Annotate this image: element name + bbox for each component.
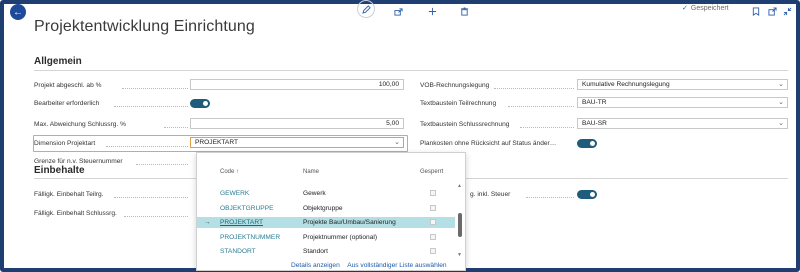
einbehalt-teilrg-label: Fälligk. Einbehalt Teilrg. [34,191,104,198]
lookup-row-name: Gewerk [303,190,326,197]
plus-icon [428,7,436,15]
lookup-row[interactable]: STANDORT Standort [197,246,455,257]
inkl-steuer-label: g. inkl. Steuer [470,191,511,198]
scroll-down-icon[interactable]: ▼ [457,252,462,258]
lookup-row[interactable]: GEWERK Gewerk [197,188,455,199]
column-gesperrt[interactable]: Gesperrt [420,169,443,175]
max-abweichung-input[interactable]: 5,00 [190,118,404,129]
section-divider [34,178,196,179]
dimension-projektart-value: PROJEKTART [195,139,238,146]
new-button[interactable] [424,4,440,18]
lookup-footer: Details anzeigen Aus vollständiger Liste… [291,262,453,269]
scroll-up-icon[interactable]: ▲ [457,183,462,189]
chevron-down-icon: ⌄ [778,120,784,127]
leader-dots [114,106,188,107]
leader-dots [508,106,574,107]
dimension-projektart-select[interactable]: PROJEKTART ⌄ [190,137,404,148]
bookmark-icon [752,6,760,16]
lookup-header: Code ↑ Name Gesperrt [197,169,465,181]
leader-dots [494,88,574,89]
max-abweichung-label: Max. Abweichung Schlussrg. % [34,121,126,128]
chevron-down-icon: ⌄ [778,81,784,88]
lookup-scrollbar[interactable]: ▲ ▼ [457,183,463,258]
share-button[interactable] [390,4,406,18]
open-new-window-icon [767,6,777,16]
lookup-row-name: Projekte Bau/Umbau/Sanierung [303,219,396,226]
gesperrt-checkbox[interactable] [430,205,436,211]
lookup-row-name: Standort [303,248,328,255]
section-divider [34,70,788,71]
section-allgemein-title[interactable]: Allgemein [34,56,82,67]
gesperrt-checkbox[interactable] [430,219,436,225]
save-status-label: Gespeichert [690,4,729,12]
bearbeiter-label: Bearbeiter erforderlich [34,100,100,107]
lookup-row-selected[interactable]: → PROJEKTART Projekte Bau/Umbau/Sanierun… [197,217,455,228]
projekt-abgeschl-label: Projekt abgeschl. ab % [34,82,102,89]
pencil-icon [361,4,371,14]
page-title: Projektentwicklung Einrichtung [34,18,255,35]
section-divider [462,178,788,179]
lookup-row-code[interactable]: PROJEKTART [220,219,263,226]
column-name[interactable]: Name [303,169,319,175]
projekt-abgeschl-input[interactable]: 100,00 [190,79,404,90]
einbehalt-schlussrg-label: Fälligk. Einbehalt Schlussrg. [34,210,117,217]
dimension-projektart-label: Dimension Projektart [34,140,96,147]
section-einbehalte-title[interactable]: Einbehalte [34,165,85,176]
vob-label: VOB-Rechnungslegung [420,82,490,89]
lookup-row[interactable]: PROJEKTNUMMER Projektnummer (optional) [197,232,455,243]
teilrechnung-label: Textbaustein Teilrechnung [420,100,497,107]
dimension-lookup-dropdown[interactable]: Code ↑ Name Gesperrt GEWERK Gewerk OBJEK… [196,152,466,271]
vob-select[interactable]: Kumulative Rechnungslegung ⌄ [577,79,788,90]
leader-dots [526,197,574,198]
leader-dots [106,146,188,147]
lookup-row-name: Objektgruppe [303,205,343,212]
leader-dots [520,127,574,128]
gesperrt-checkbox[interactable] [430,190,436,196]
selected-arrow-icon: → [204,219,211,226]
schlussrechnung-value: BAU-SR [582,120,607,127]
gesperrt-checkbox[interactable] [430,234,436,240]
back-button[interactable]: ← [10,4,26,20]
back-arrow-icon: ← [13,6,23,18]
inkl-steuer-toggle[interactable] [577,190,597,199]
schlussrechnung-select[interactable]: BAU-SR ⌄ [577,118,788,129]
lookup-row[interactable]: OBJEKTGRUPPE Objektgruppe [197,203,455,214]
grenze-steuernummer-label: Grenze für n.v. Steuernummer [34,158,123,165]
teilrechnung-value: BAU-TR [582,99,607,106]
edit-button[interactable] [357,0,375,18]
open-new-window-button[interactable] [764,4,780,18]
bearbeiter-toggle[interactable] [190,99,210,108]
leader-dots [136,164,188,165]
lookup-row-code: STANDORT [220,248,256,255]
share-icon [393,7,403,16]
lookup-row-code: PROJEKTNUMMER [220,234,281,241]
leader-dots [124,216,188,217]
collapse-button[interactable] [779,4,795,18]
collapse-icon [783,7,791,15]
plankosten-toggle[interactable] [577,139,597,148]
lookup-row-code: GEWERK [220,190,250,197]
leader-dots [122,88,188,89]
leader-dots [164,127,188,128]
chevron-down-icon: ⌄ [394,139,400,146]
page-canvas: ← ✓ Gespeichert Projektentwicklung Einri… [4,0,796,271]
leader-dots [114,197,188,198]
scroll-thumb[interactable] [458,213,462,237]
plankosten-label: Plankosten ohne Rücksicht auf Status änd… [420,140,557,147]
lookup-row-code: OBJEKTGRUPPE [220,205,274,212]
bookmark-button[interactable] [748,4,764,18]
teilrechnung-select[interactable]: BAU-TR ⌄ [577,97,788,108]
vob-value: Kumulative Rechnungslegung [582,81,670,88]
check-icon: ✓ [682,5,688,12]
save-status: ✓ Gespeichert [682,4,729,13]
schlussrechnung-label: Textbaustein Schlussrechnung [420,121,510,128]
trash-icon [460,6,468,16]
details-link[interactable]: Details anzeigen [291,262,340,269]
gesperrt-checkbox[interactable] [430,248,436,254]
lookup-row-name: Projektnummer (optional) [303,234,378,241]
delete-button[interactable] [456,4,472,18]
chevron-down-icon: ⌄ [778,99,784,106]
full-list-link[interactable]: Aus vollständiger Liste auswählen [347,262,446,269]
column-code[interactable]: Code ↑ [220,169,239,175]
